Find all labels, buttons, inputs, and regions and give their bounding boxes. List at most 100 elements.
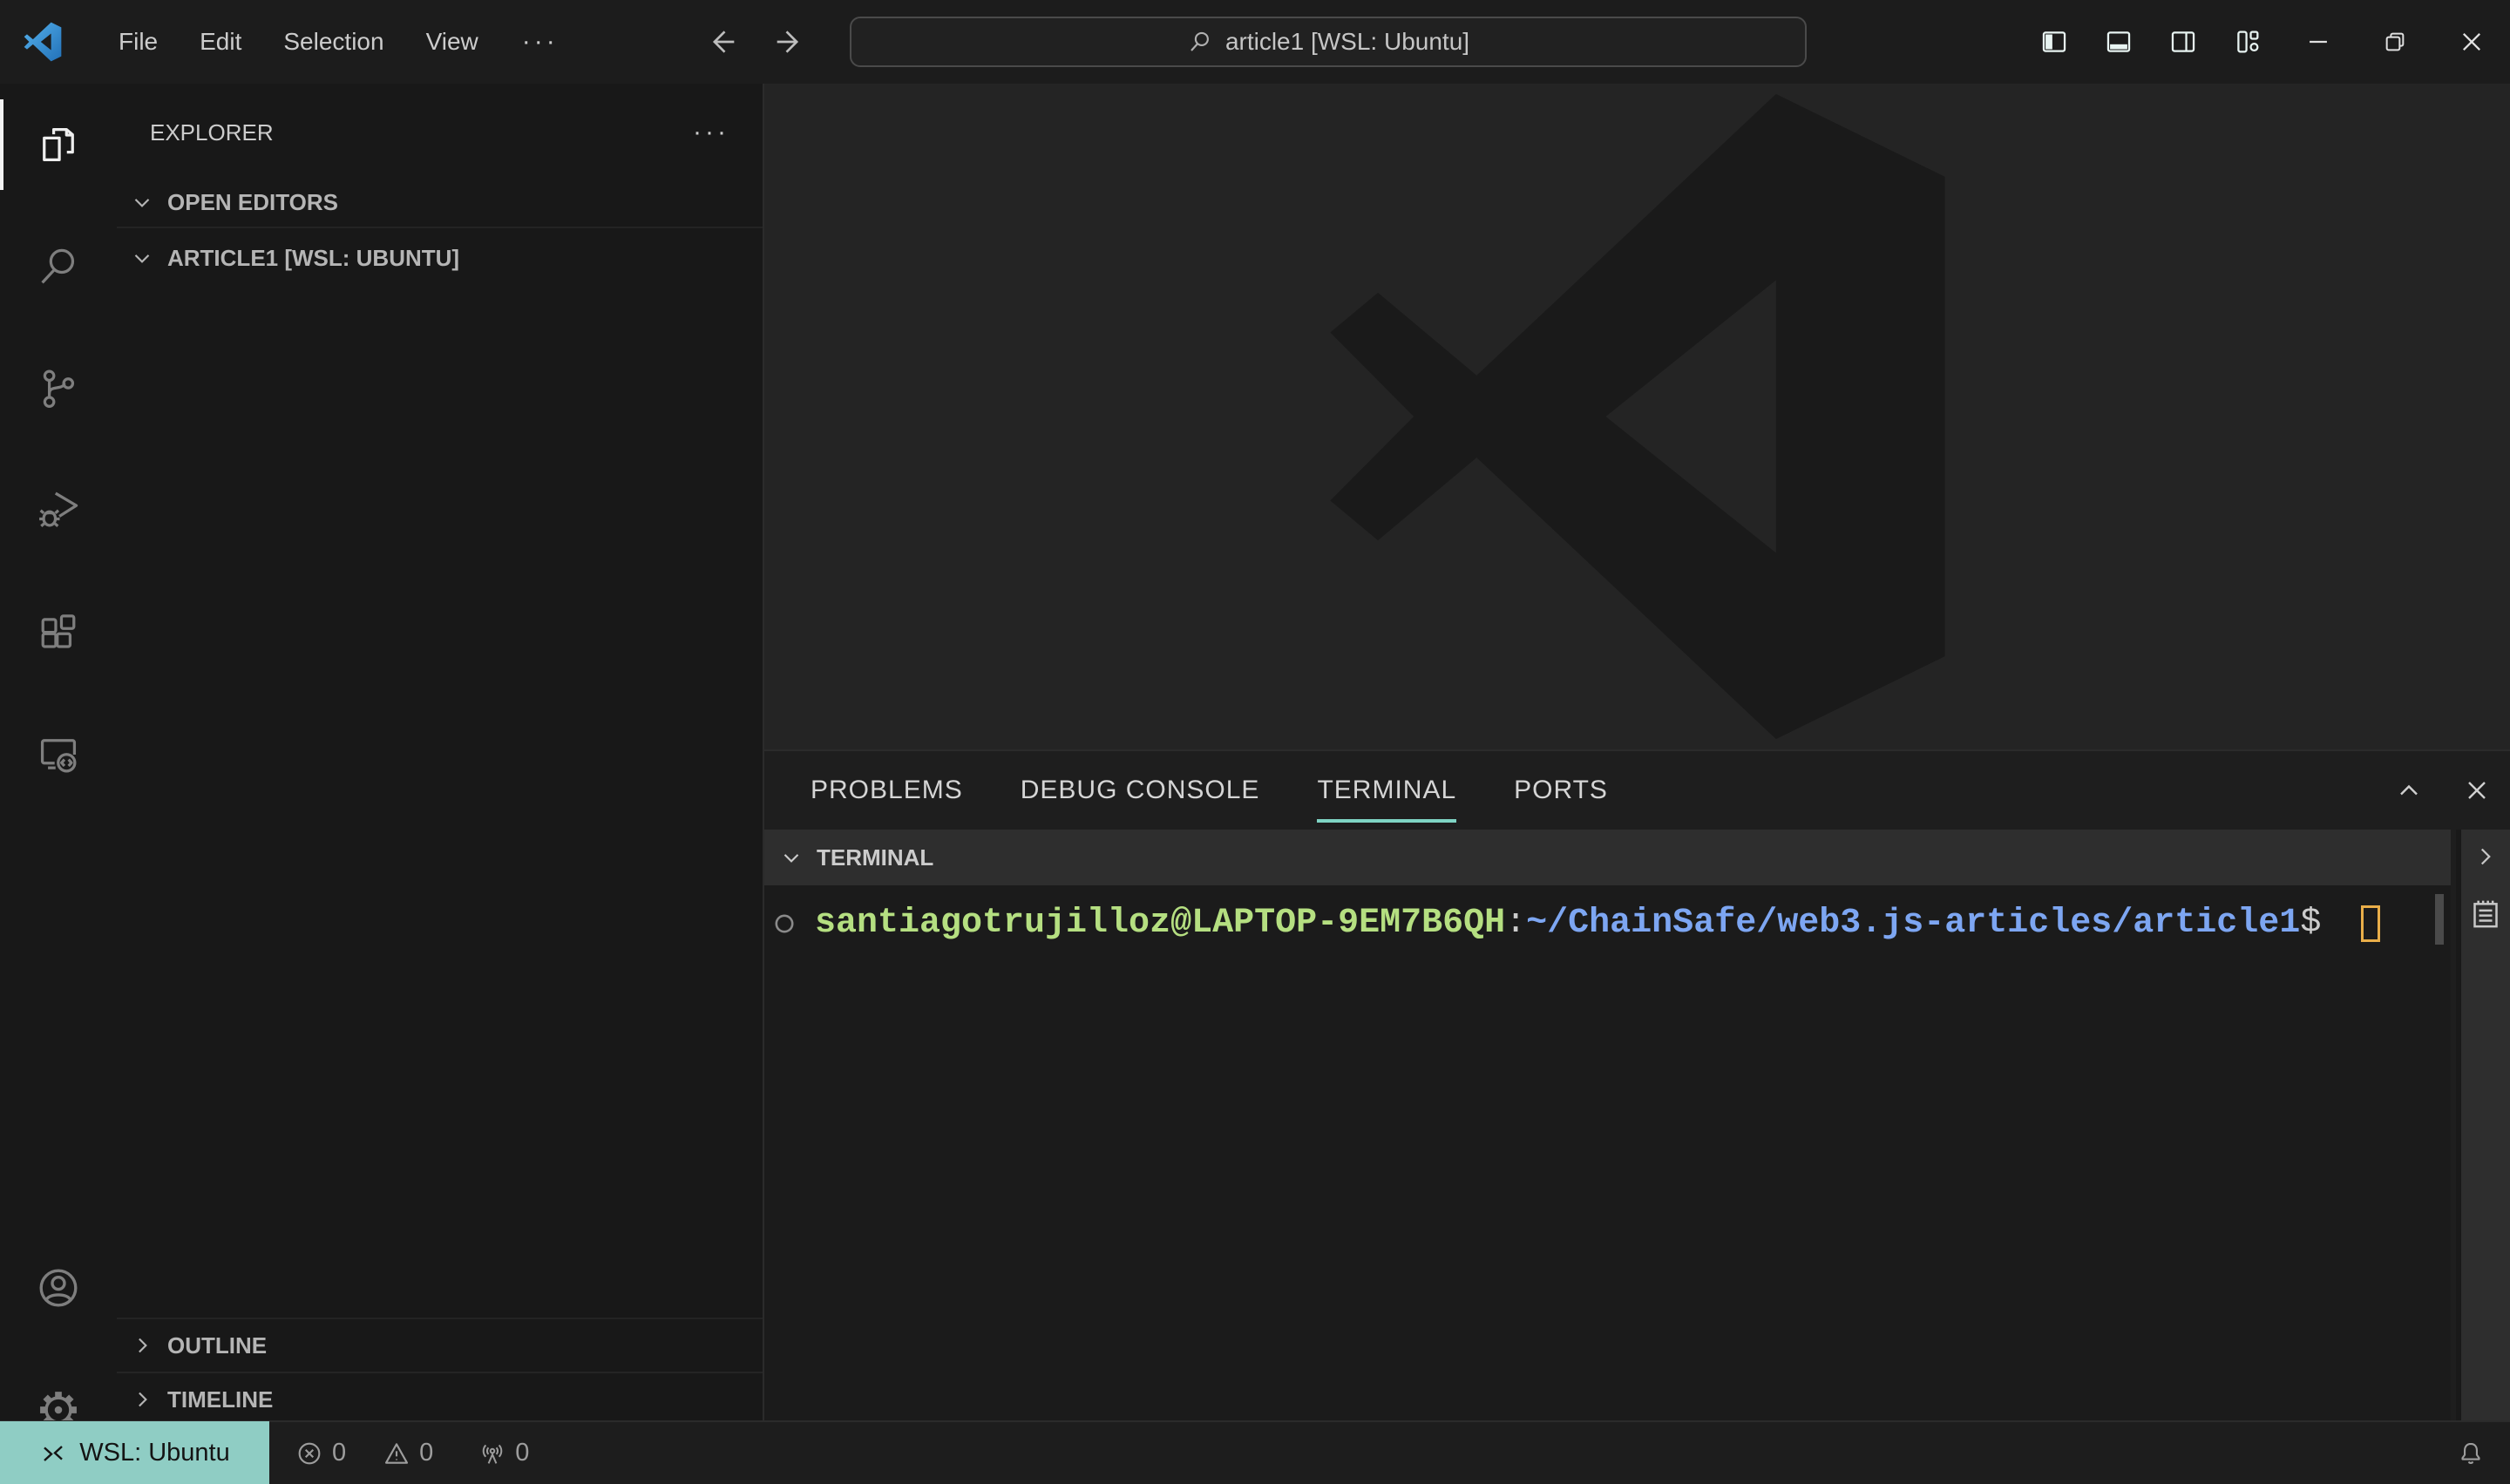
layout-sidebar-left-icon (2042, 31, 2066, 52)
vscode-window: File Edit Selection View ··· article1 [W… (0, 0, 2510, 1484)
activity-run-debug-button[interactable] (0, 450, 117, 572)
command-decoration-circle-icon (775, 914, 794, 933)
bell-icon (2461, 1442, 2480, 1464)
restore-button[interactable] (2357, 0, 2433, 84)
files-icon (43, 128, 74, 161)
accounts-button[interactable] (0, 1227, 117, 1349)
menu-more-ellipsis[interactable]: ··· (499, 0, 581, 84)
menu-selection[interactable]: Selection (262, 0, 404, 84)
timeline-section-header[interactable]: TIMELINE (117, 1372, 763, 1427)
command-center-label: article1 [WSL: Ubuntu] (1224, 28, 1470, 55)
chevron-down-icon (784, 854, 799, 863)
menu-bar: File Edit Selection View ··· (98, 0, 581, 84)
window-controls (2022, 0, 2510, 84)
activity-explorer-button[interactable] (0, 84, 117, 206)
minimize-button[interactable] (2280, 0, 2357, 84)
ports-status-button[interactable]: 0 (478, 1439, 529, 1467)
close-panel-button[interactable] (2458, 771, 2496, 810)
outline-section-header[interactable]: OUTLINE (117, 1318, 763, 1372)
tab-debug-console[interactable]: DEBUG CONSOLE (1021, 751, 1260, 830)
run-and-debug-icon (39, 491, 78, 527)
open-editors-section-header[interactable]: OPEN EDITORS (117, 178, 763, 228)
vscode-watermark-icon (1329, 93, 1945, 740)
chevron-right-icon (139, 1392, 147, 1407)
layout-customize-icon (2237, 30, 2259, 53)
warning-triangle-icon (385, 1442, 409, 1464)
toggle-panel-button[interactable] (2086, 0, 2151, 84)
toggle-secondary-sidebar-button[interactable] (2151, 0, 2215, 84)
minimize-icon (2310, 40, 2327, 44)
title-bar: File Edit Selection View ··· article1 [W… (0, 0, 2510, 84)
extensions-icon (41, 614, 76, 648)
customize-layout-button[interactable] (2215, 0, 2280, 84)
prompt-path: ~/ChainSafe/web3.js-articles/article1 (1526, 904, 2301, 943)
command-center-search[interactable]: article1 [WSL: Ubuntu] (850, 17, 1807, 67)
back-arrow-icon (712, 30, 735, 53)
tab-ports[interactable]: PORTS (1514, 751, 1608, 830)
activity-search-button[interactable] (0, 206, 117, 328)
prompt-symbol: $ (2300, 904, 2343, 943)
close-icon (2462, 32, 2481, 51)
folder-section-header[interactable]: ARTICLE1 [WSL: UBUNTU] (117, 230, 763, 286)
go-forward-button[interactable] (769, 22, 809, 62)
open-editors-label: OPEN EDITORS (167, 188, 339, 215)
terminal-scrollbar-thumb[interactable] (2435, 894, 2444, 945)
status-bar: WSL: Ubuntu 0 0 0 (0, 1420, 2510, 1484)
tab-problems[interactable]: PROBLEMS (811, 751, 963, 830)
layout-panel-icon (2106, 31, 2131, 52)
problems-status-button[interactable]: 0 0 (295, 1439, 433, 1467)
menu-edit[interactable]: Edit (179, 0, 262, 84)
chevron-down-icon (134, 254, 150, 263)
panel-tab-bar: PROBLEMS DEBUG CONSOLE TERMINAL PORTS (764, 751, 2318, 830)
prompt-user-host: santiagotrujilloz@LAPTOP-9EM7B6QH (815, 904, 1506, 943)
prompt-separator: : (1505, 904, 1527, 943)
toggle-primary-sidebar-button[interactable] (2022, 0, 2086, 84)
menu-view[interactable]: View (405, 0, 499, 84)
ports-count: 0 (515, 1439, 530, 1467)
terminal-tabs-list-button[interactable] (2464, 892, 2507, 936)
forward-arrow-icon (777, 30, 799, 53)
account-icon (39, 1269, 78, 1307)
terminal-list-icon (2473, 900, 2498, 928)
bottom-panel: PROBLEMS DEBUG CONSOLE TERMINAL PORTS TE… (764, 749, 2510, 1420)
explorer-sidebar: EXPLORER ··· OPEN EDITORS ARTICLE1 [WSL:… (117, 84, 764, 1427)
remote-indicator-button[interactable]: WSL: Ubuntu (0, 1421, 269, 1484)
vscode-logo-icon (24, 22, 62, 62)
terminal-side-rail (2456, 830, 2510, 1420)
remote-indicator-label: WSL: Ubuntu (79, 1439, 230, 1467)
activity-remote-explorer-button[interactable] (0, 694, 117, 816)
explorer-more-actions-button[interactable]: ··· (693, 118, 729, 147)
source-control-icon (43, 369, 75, 408)
radio-tower-icon (482, 1444, 503, 1464)
menu-file[interactable]: File (98, 0, 179, 84)
chevron-up-icon (2400, 784, 2418, 796)
go-back-button[interactable] (702, 22, 743, 62)
close-icon (2468, 782, 2486, 799)
chevron-right-icon (2480, 848, 2491, 865)
sidebar-title: EXPLORER (150, 119, 274, 146)
close-window-button[interactable] (2433, 0, 2510, 84)
expand-terminal-tabs-button[interactable] (2464, 835, 2507, 878)
terminal-drawer-header[interactable]: TERMINAL (764, 830, 2451, 885)
terminal-drawer-title: TERMINAL (817, 844, 934, 871)
panel-actions (2390, 751, 2496, 830)
chevron-right-icon (139, 1338, 147, 1353)
terminal-cursor (2361, 905, 2381, 942)
terminal-viewport[interactable]: santiagotrujilloz@LAPTOP-9EM7B6QH: ~/Chai… (764, 885, 2451, 1420)
activity-extensions-button[interactable] (0, 572, 117, 694)
error-count: 0 (332, 1439, 347, 1467)
terminal-prompt-line: santiagotrujilloz@LAPTOP-9EM7B6QH: ~/Chai… (764, 885, 2451, 946)
maximize-panel-button[interactable] (2390, 771, 2428, 810)
search-icon (1191, 31, 1209, 51)
notifications-bell-button[interactable] (2449, 1432, 2493, 1475)
restore-icon (2385, 32, 2405, 51)
chevron-down-icon (134, 199, 150, 207)
search-icon (41, 248, 75, 284)
folder-section-label: ARTICLE1 [WSL: UBUNTU] (167, 244, 460, 271)
tab-terminal[interactable]: TERMINAL (1317, 751, 1456, 830)
activity-source-control-button[interactable] (0, 328, 117, 450)
remote-indicator-icon (44, 1445, 64, 1461)
warning-count: 0 (419, 1439, 434, 1467)
editor-area (764, 84, 2510, 749)
history-nav (702, 0, 809, 84)
